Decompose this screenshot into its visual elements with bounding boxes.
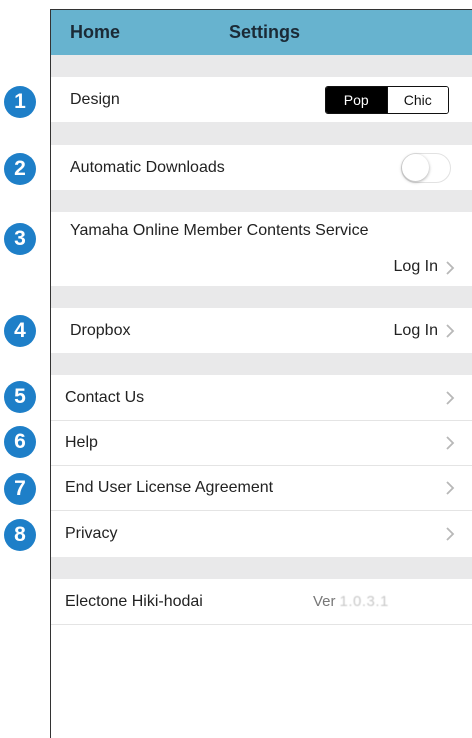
dropbox-label: Dropbox — [70, 321, 131, 339]
help-row[interactable]: Help — [51, 421, 472, 466]
design-option-pop[interactable]: Pop — [326, 86, 387, 113]
callout-5: 5 — [4, 381, 36, 413]
automatic-downloads-label: Automatic Downloads — [70, 158, 225, 176]
section-gap — [51, 190, 472, 212]
design-row: Design Pop Chic — [51, 77, 472, 122]
navigation-bar: Home Settings — [51, 10, 472, 55]
home-button[interactable]: Home — [70, 22, 120, 43]
dropbox-login-label: Log In — [393, 321, 438, 339]
section-gap — [51, 286, 472, 308]
section-gap — [51, 55, 472, 77]
callout-4: 4 — [4, 315, 36, 347]
callout-8: 8 — [4, 519, 36, 551]
callout-2: 2 — [4, 153, 36, 185]
callout-column: 1 2 3 4 5 6 7 8 — [0, 0, 50, 738]
callout-7: 7 — [4, 473, 36, 505]
section-gap — [51, 122, 472, 145]
chevron-right-icon — [444, 260, 456, 276]
version-number: 1.0.3.1 — [339, 593, 389, 610]
eula-row[interactable]: End User License Agreement — [51, 466, 472, 511]
chevron-right-icon — [444, 323, 456, 339]
yamaha-login-label: Log In — [393, 258, 438, 275]
chevron-right-icon — [444, 526, 456, 542]
toggle-knob — [402, 153, 429, 181]
version-text: Ver 1.0.3.1 — [313, 593, 389, 610]
section-gap — [51, 557, 472, 579]
automatic-downloads-row: Automatic Downloads — [51, 145, 472, 190]
design-label: Design — [70, 90, 120, 108]
chevron-right-icon — [444, 435, 456, 451]
callout-1: 1 — [4, 86, 36, 118]
contact-us-row[interactable]: Contact Us — [51, 375, 472, 421]
yamaha-service-row[interactable]: Yamaha Online Member Contents Service Lo… — [51, 212, 472, 286]
app-name-label: Electone Hiki-hodai — [65, 592, 203, 610]
app-info-row: Electone Hiki-hodai Ver 1.0.3.1 — [51, 579, 472, 625]
chevron-right-icon — [444, 480, 456, 496]
dropbox-row[interactable]: Dropbox Log In — [51, 308, 472, 353]
design-option-chic[interactable]: Chic — [386, 86, 448, 113]
automatic-downloads-toggle[interactable] — [401, 152, 451, 183]
page-title: Settings — [229, 22, 301, 42]
eula-label: End User License Agreement — [65, 479, 274, 496]
settings-screen: Home Settings Design Pop Chic Automatic … — [50, 9, 472, 738]
privacy-row[interactable]: Privacy — [51, 511, 472, 557]
callout-6: 6 — [4, 426, 36, 458]
section-gap — [51, 353, 472, 375]
version-prefix: Ver — [313, 593, 336, 610]
contact-us-label: Contact Us — [65, 388, 145, 406]
design-segmented-control: Pop Chic — [325, 85, 449, 114]
callout-3: 3 — [4, 223, 36, 255]
privacy-label: Privacy — [65, 525, 118, 542]
help-label: Help — [65, 434, 98, 451]
yamaha-service-label: Yamaha Online Member Contents Service — [70, 222, 369, 239]
chevron-right-icon — [444, 390, 456, 406]
